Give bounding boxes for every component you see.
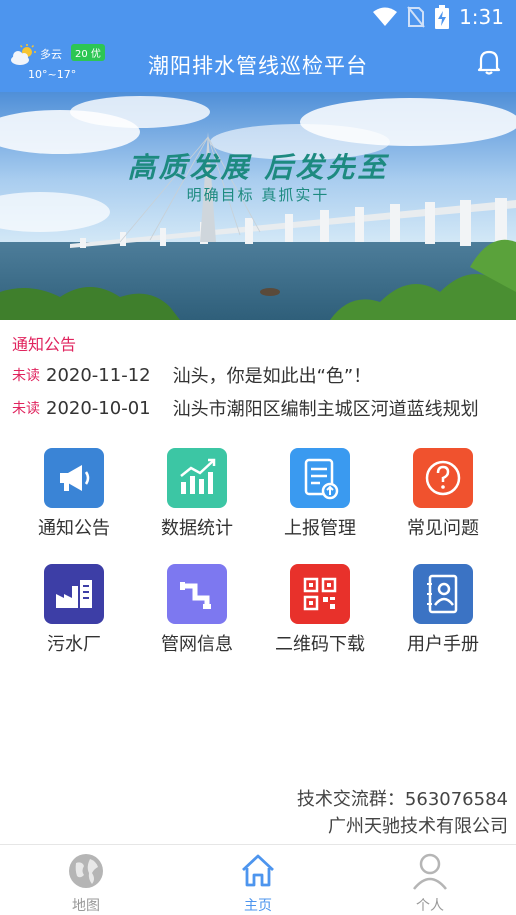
grid-item-notices[interactable]: 通知公告 bbox=[19, 448, 129, 544]
tab-home[interactable]: 主页 bbox=[172, 845, 344, 915]
grid-label: 污水厂 bbox=[47, 634, 101, 655]
notice-section-title: 通知公告 bbox=[12, 335, 77, 354]
home-icon bbox=[242, 854, 274, 887]
tab-map[interactable]: 地图 bbox=[0, 845, 172, 915]
app-header: 多云 20 优 10°~17° 潮阳排水管线巡检平台 bbox=[0, 34, 516, 92]
tab-label: 个人 bbox=[416, 898, 444, 914]
status-bar: 1:31 bbox=[0, 0, 516, 34]
notice-item[interactable]: 未读 2020-10-01 汕头市潮阳区编制主城区河道蓝线规划 bbox=[12, 394, 516, 422]
megaphone-icon bbox=[44, 448, 104, 508]
bottom-tab-bar: 地图 主页 个人 bbox=[0, 844, 516, 914]
pipe-icon bbox=[167, 564, 227, 624]
tab-label: 地图 bbox=[72, 898, 100, 914]
banner-headline: 高质发展 后发先至 bbox=[127, 151, 389, 184]
stats-chart-icon bbox=[167, 448, 227, 508]
qr-code-icon bbox=[290, 564, 350, 624]
company-name: 广州天驰技术有限公司 bbox=[328, 816, 508, 837]
user-manual-icon bbox=[413, 564, 473, 624]
grid-label: 管网信息 bbox=[161, 634, 233, 655]
notice-date: 2020-10-01 bbox=[46, 397, 151, 419]
globe-icon bbox=[69, 854, 103, 888]
notice-date: 2020-11-12 bbox=[46, 364, 151, 386]
notice-text: 汕头市潮阳区编制主城区河道蓝线规划 bbox=[172, 399, 479, 420]
grid-item-statistics[interactable]: 数据统计 bbox=[142, 448, 252, 544]
grid-item-qr-download[interactable]: 二维码下载 bbox=[265, 564, 375, 660]
tab-profile[interactable]: 个人 bbox=[344, 845, 516, 915]
grid-item-sewage-plant[interactable]: 污水厂 bbox=[19, 564, 129, 660]
grid-label: 常见问题 bbox=[407, 518, 479, 539]
grid-item-user-manual[interactable]: 用户手册 bbox=[388, 564, 498, 660]
tech-group-text: 技术交流群：563076584 bbox=[296, 789, 508, 810]
bridge-illustration bbox=[0, 92, 516, 320]
person-icon bbox=[413, 853, 447, 890]
notice-item[interactable]: 未读 2020-11-12 汕头，你是如此出“色”！ bbox=[12, 361, 516, 389]
status-time: 1:31 bbox=[459, 5, 504, 29]
bell-icon[interactable] bbox=[474, 47, 504, 77]
wifi-icon bbox=[373, 7, 398, 26]
grid-item-faq[interactable]: 常见问题 bbox=[388, 448, 498, 544]
grid-label: 通知公告 bbox=[38, 518, 110, 539]
report-upload-icon bbox=[290, 448, 350, 508]
page-title: 潮阳排水管线巡检平台 bbox=[148, 54, 368, 78]
banner-image[interactable]: 高质发展 后发先至 明确目标 真抓实干 bbox=[0, 92, 516, 320]
unread-badge: 未读 bbox=[12, 368, 40, 384]
unread-badge: 未读 bbox=[12, 401, 40, 417]
battery-charging-icon bbox=[435, 5, 450, 29]
grid-label: 用户手册 bbox=[407, 634, 479, 655]
grid-item-pipe-network[interactable]: 管网信息 bbox=[142, 564, 252, 660]
factory-icon bbox=[44, 564, 104, 624]
grid-label: 二维码下载 bbox=[275, 634, 365, 655]
banner-subline: 明确目标 真抓实干 bbox=[186, 186, 330, 204]
tab-label: 主页 bbox=[244, 898, 272, 914]
grid-label: 数据统计 bbox=[161, 518, 233, 539]
grid-item-report[interactable]: 上报管理 bbox=[265, 448, 375, 544]
grid-label: 上报管理 bbox=[284, 518, 356, 539]
no-sim-icon bbox=[407, 6, 425, 28]
notice-text: 汕头，你是如此出“色”！ bbox=[172, 366, 372, 387]
status-icons: 1:31 bbox=[373, 5, 504, 29]
question-icon bbox=[413, 448, 473, 508]
